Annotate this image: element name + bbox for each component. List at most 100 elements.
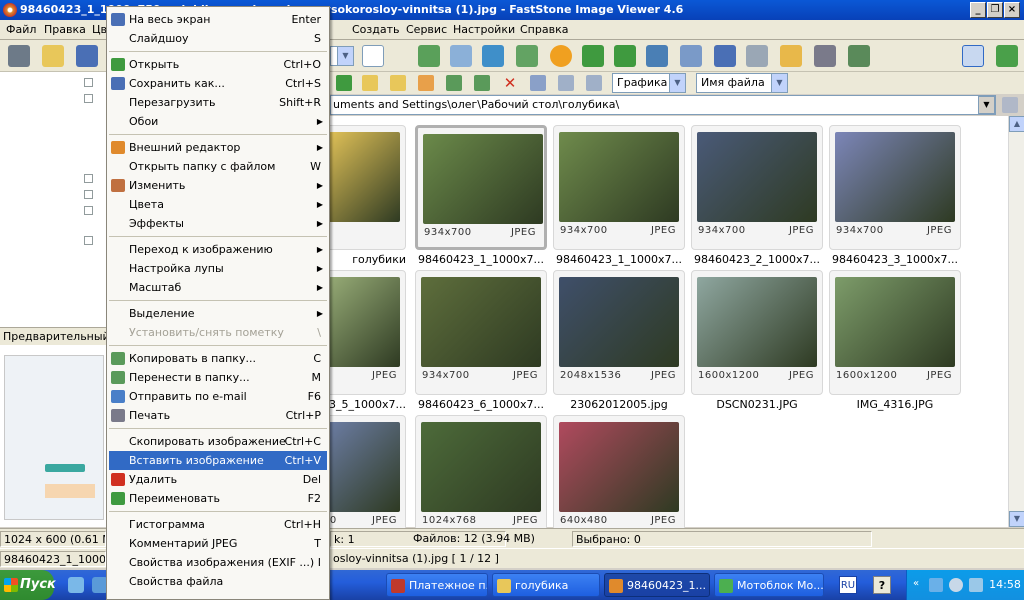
menu-service[interactable]: Сервис [406, 23, 447, 36]
volume-icon[interactable] [949, 578, 963, 592]
thumbnail-caption[interactable]: 98460423_1_1000x7... [411, 253, 551, 266]
menu-item[interactable]: Удалить Del [109, 470, 327, 489]
zoom-combo[interactable]: ▼ [330, 46, 354, 66]
close-button[interactable]: × [1004, 2, 1020, 18]
menu-item[interactable]: Переход к изображению ▶ [109, 240, 327, 259]
thumbnail[interactable]: 2048x1536 JPEG [553, 270, 685, 395]
up-folder-icon[interactable] [336, 75, 352, 91]
thumbnail-caption[interactable]: 98460423_1_1000x7... [549, 253, 689, 266]
move-folder-icon[interactable] [474, 75, 490, 91]
menu-item[interactable]: Копировать в папку... C [109, 349, 327, 368]
recycle-bin-icon[interactable] [1002, 97, 1018, 113]
menu-item[interactable]: Перезагрузить Shift+R [109, 93, 327, 112]
path-dropdown-button[interactable]: ▼ [978, 96, 995, 114]
thumbnail[interactable]: 934x700 JPEG [415, 125, 547, 250]
camera-icon[interactable] [8, 45, 30, 67]
rotate-left-icon[interactable] [582, 45, 604, 67]
help-icon[interactable]: ? [873, 576, 891, 594]
compare-icon[interactable] [482, 45, 504, 67]
menu-item[interactable]: Скопировать изображение Ctrl+C [109, 432, 327, 451]
delete-icon[interactable]: ✕ [502, 75, 518, 91]
sun-icon[interactable] [550, 45, 572, 67]
menu-item[interactable]: Эффекты ▶ [109, 214, 327, 233]
thumbnail[interactable]: 1024x768 JPEG [415, 415, 547, 540]
thumbnail[interactable]: 934x700 JPEG [829, 125, 961, 250]
quick-launch-icon[interactable] [68, 577, 84, 593]
language-indicator[interactable]: RU [839, 576, 857, 594]
rotate-right-icon[interactable] [614, 45, 636, 67]
menu-item[interactable]: Выделение ▶ [109, 304, 327, 323]
open-folder-icon[interactable] [42, 45, 64, 67]
maximize-view-icon[interactable] [996, 45, 1018, 67]
save-icon[interactable] [76, 45, 98, 67]
hand-tool-icon[interactable] [362, 45, 384, 67]
menu-item[interactable]: Слайдшоу S [109, 29, 327, 48]
tree-expander[interactable] [84, 236, 93, 245]
contact-sheet-icon[interactable] [848, 45, 870, 67]
menu-help[interactable]: Справка [520, 23, 568, 36]
thumbnail[interactable]: 934x700 JPEG [415, 270, 547, 395]
menu-item[interactable]: Открыть Ctrl+O [109, 55, 327, 74]
path-input[interactable]: uments and Settings\олег\Рабочий стол\го… [330, 95, 996, 115]
vertical-scrollbar[interactable]: ▲ ▼ [1008, 116, 1024, 527]
thumbnail-caption[interactable]: 98460423_6_1000x7... [411, 398, 551, 411]
menu-item[interactable]: Свойства файла [109, 572, 327, 591]
menu-item[interactable]: Открыть папку с файлом W [109, 157, 327, 176]
app-icon[interactable] [3, 3, 17, 17]
maximize-button[interactable]: ❐ [987, 2, 1003, 18]
network-icon[interactable] [929, 578, 943, 592]
slideshow-icon[interactable] [680, 45, 702, 67]
folder-refresh-icon[interactable] [362, 75, 378, 91]
layout-icon[interactable] [962, 45, 984, 67]
resize-icon[interactable] [450, 45, 472, 67]
menu-item[interactable]: Гистограмма Ctrl+H [109, 515, 327, 534]
tree-expander[interactable] [84, 190, 93, 199]
menu-file[interactable]: Файл [6, 23, 36, 36]
thumbnail[interactable]: 934x700 JPEG [553, 125, 685, 250]
thumbnail[interactable]: 640x480 JPEG [553, 415, 685, 540]
thumbnail-caption[interactable]: 98460423_3_1000x7... [825, 253, 965, 266]
menu-item[interactable]: Отправить по e-mail F6 [109, 387, 327, 406]
email-icon[interactable] [780, 45, 802, 67]
menu-item[interactable]: Изменить ▶ [109, 176, 327, 195]
menu-colors[interactable]: Цв [92, 23, 107, 36]
start-button[interactable]: Пуск [0, 570, 56, 600]
user-icon[interactable] [516, 45, 538, 67]
tree-expander[interactable] [84, 94, 93, 103]
taskbar-button[interactable]: Мотоблок Мо... [714, 573, 824, 597]
thumbnail[interactable]: 1600x1200 JPEG [829, 270, 961, 395]
menu-item[interactable]: Вставить изображение Ctrl+V [109, 451, 327, 470]
scroll-up-button[interactable]: ▲ [1009, 116, 1024, 132]
rotate-icon[interactable] [418, 45, 440, 67]
menu-edit[interactable]: Правка [44, 23, 86, 36]
tree-expander[interactable] [84, 174, 93, 183]
fullscreen-icon[interactable] [714, 45, 736, 67]
menu-item[interactable]: Внешний редактор ▶ [109, 138, 327, 157]
menu-item[interactable]: Комментарий JPEG T [109, 534, 327, 553]
menu-item[interactable]: Переименовать F2 [109, 489, 327, 508]
tray-expand-icon[interactable]: « [913, 578, 925, 590]
taskbar-button[interactable]: 98460423_1... [604, 573, 710, 597]
menu-item[interactable]: Обои ▶ [109, 112, 327, 131]
taskbar-button[interactable]: голубика [492, 573, 600, 597]
menu-item[interactable]: Сохранить как... Ctrl+S [109, 74, 327, 93]
menu-item[interactable]: Настройка лупы ▶ [109, 259, 327, 278]
taskbar-button[interactable]: Платежное п... [386, 573, 488, 597]
menu-item[interactable]: Масштаб ▶ [109, 278, 327, 297]
menu-item[interactable]: На весь экран Enter [109, 10, 327, 29]
scroll-down-button[interactable]: ▼ [1009, 511, 1024, 527]
safely-remove-icon[interactable] [969, 578, 983, 592]
tree-expander[interactable] [84, 206, 93, 215]
view-mode-select[interactable]: Графика ▼ [612, 73, 686, 93]
thumbnail-caption[interactable]: 98460423_2_1000x7... [687, 253, 827, 266]
thumbnail-caption[interactable]: IMG_4316.JPG [825, 398, 965, 411]
menu-item[interactable]: Печать Ctrl+P [109, 406, 327, 425]
new-folder-icon[interactable] [390, 75, 406, 91]
thumbnail-caption[interactable]: DSCN0231.JPG [687, 398, 827, 411]
details-view-icon[interactable] [586, 75, 602, 91]
clock[interactable]: 14:58 [987, 570, 1023, 600]
tree-expander[interactable] [84, 78, 93, 87]
menu-create[interactable]: Создать [352, 23, 400, 36]
sort-select[interactable]: Имя файла ▼ [696, 73, 788, 93]
minimize-button[interactable]: _ [970, 2, 986, 18]
